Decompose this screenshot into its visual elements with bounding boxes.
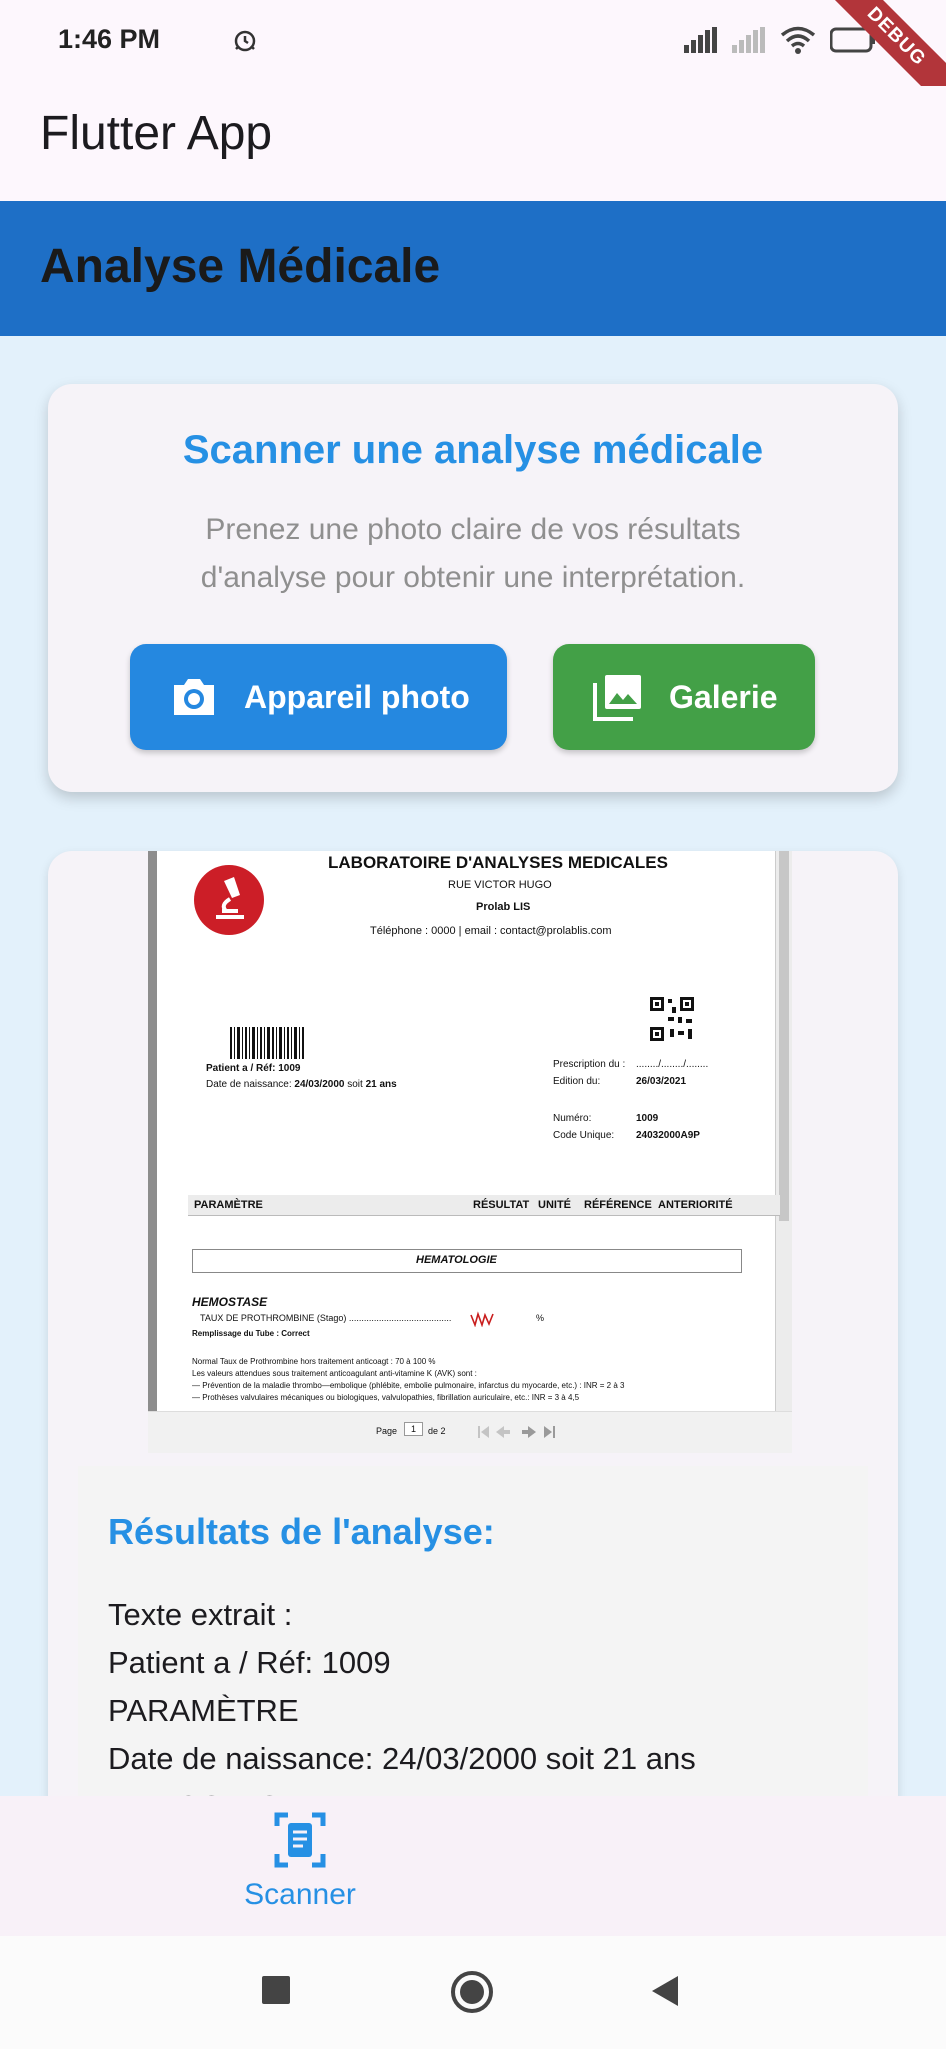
wifi-icon	[780, 26, 816, 54]
main-content[interactable]: Scanner une analyse médicale Prenez une …	[0, 336, 946, 1796]
result-line: PARAMÈTRE	[108, 1693, 299, 1728]
scanned-document-image: LABORATOIRE D'ANALYSES MEDICALES RUE VIC…	[148, 851, 792, 1453]
col-parametre: PARAMÈTRE	[194, 1199, 263, 1211]
system-navigation-bar	[0, 1936, 946, 2049]
test-line: TAUX DE PROTHROMBINE (Stago) ...........…	[200, 1313, 452, 1323]
note-line: Les valeurs attendues sous traitement an…	[192, 1369, 477, 1378]
document-edge	[148, 851, 157, 1411]
camera-button[interactable]: Appareil photo	[130, 644, 507, 750]
subtitle-line: d'analyse pour obtenir une interprétatio…	[200, 561, 746, 594]
gallery-button-label: Galerie	[669, 678, 778, 715]
code-label: Code Unique:	[553, 1130, 615, 1141]
prescription-value: ......../......../........	[636, 1059, 709, 1070]
qr-code-image	[648, 995, 696, 1043]
lab-short-name: Prolab LIS	[476, 901, 531, 913]
circle-home-icon[interactable]	[450, 1970, 494, 2014]
page-label: Page	[376, 1426, 398, 1436]
app-bar: Flutter App	[0, 86, 946, 201]
scan-card-subtitle: Prenez une photo claire de vos résultats…	[108, 506, 838, 602]
results-text: Texte extrait : Patient a / Réf: 1009 PA…	[108, 1591, 696, 1796]
page-of: de 2	[428, 1426, 446, 1436]
birth-date-value: 24/03/2000	[294, 1079, 345, 1090]
barcode-image	[230, 1027, 304, 1059]
birth-date-label: Date de naissance:	[206, 1079, 292, 1090]
edition-value: 26/03/2021	[636, 1076, 687, 1087]
result-scribble	[470, 1311, 494, 1327]
patient-ref: Patient a / Réf: 1009	[206, 1063, 301, 1074]
document-pager: Page 1 de 2	[148, 1411, 792, 1453]
page-number: 1	[404, 1422, 424, 1436]
prescription-label: Prescription du :	[553, 1059, 626, 1070]
scrollbar-thumb	[779, 851, 789, 1221]
result-card: LABORATOIRE D'ANALYSES MEDICALES RUE VIC…	[48, 851, 898, 1796]
alarm-icon	[234, 30, 256, 52]
col-resultat: RÉSULTAT	[473, 1199, 530, 1211]
result-line: Date de naissance: 24/03/2000 soit 21 an…	[108, 1741, 696, 1776]
scan-card-title: Scanner une analyse médicale	[182, 428, 764, 472]
numero-label: Numéro:	[553, 1113, 592, 1124]
camera-icon	[174, 679, 214, 715]
gallery-icon	[593, 675, 641, 721]
birth-date-suffix: soit	[347, 1079, 363, 1090]
signal-icon	[732, 27, 765, 53]
birth-date: Date de naissance: 24/03/2000 soit 21 an…	[206, 1079, 397, 1090]
triangle-back-icon[interactable]	[650, 1974, 680, 2008]
status-bar: 1:46 PM DEBUG	[0, 0, 946, 113]
scan-card: Scanner une analyse médicale Prenez une …	[48, 384, 898, 792]
code-value: 24032000A9P	[636, 1130, 700, 1141]
lab-name: LABORATOIRE D'ANALYSES MEDICALES	[328, 853, 668, 872]
square-recents-icon[interactable]	[262, 1976, 290, 2004]
numero-value: 1009	[636, 1113, 659, 1124]
nav-item-scanner[interactable]: Scanner	[200, 1812, 400, 1922]
note-line: — Prévention de la maladie thrombo—embol…	[192, 1381, 625, 1390]
camera-button-label: Appareil photo	[244, 678, 470, 715]
lab-contact: Téléphone : 0000 | email : contact@prola…	[370, 925, 612, 937]
edition-label: Edition du:	[553, 1076, 601, 1087]
tube-note: Remplissage du Tube : Correct	[192, 1329, 310, 1338]
microscope-logo	[194, 865, 264, 935]
note-line: — Prothèses valvulaires mécaniques ou bi…	[192, 1393, 580, 1402]
bottom-navigation-bar: Scanner	[0, 1796, 946, 1936]
col-unite: UNITÉ	[538, 1199, 571, 1211]
document-scanner-icon	[274, 1812, 326, 1868]
gallery-button[interactable]: Galerie	[553, 644, 815, 750]
status-time: 1:46 PM	[58, 24, 161, 54]
app-title: Flutter App	[40, 107, 273, 160]
signal-icon	[684, 27, 717, 53]
document-scrollbar	[775, 851, 792, 1411]
page-title: Analyse Médicale	[40, 240, 441, 293]
note-line: Normal Taux de Prothrombine hors traitem…	[192, 1357, 436, 1366]
result-line: Texte extrait :	[108, 1597, 293, 1632]
col-anteriorite: ANTERIORITÉ	[658, 1199, 733, 1211]
group-hemostase: HEMOSTASE	[192, 1295, 268, 1309]
results-title: Résultats de l'analyse:	[108, 1511, 495, 1552]
lab-street: RUE VICTOR HUGO	[448, 879, 552, 891]
pager-arrows-icon	[478, 1426, 555, 1438]
nav-label-scanner: Scanner	[244, 1878, 356, 1911]
unit-percent: %	[536, 1313, 545, 1323]
result-line: HEMOSTASE	[108, 1783, 696, 1796]
age-value: 21 ans	[365, 1079, 397, 1090]
subtitle-line: Prenez une photo claire de vos résultats	[205, 513, 741, 546]
col-reference: RÉFÉRENCE	[584, 1199, 652, 1211]
result-line: Patient a / Réf: 1009	[108, 1645, 391, 1680]
section-hematologie: HEMATOLOGIE	[416, 1254, 497, 1266]
page-header: Analyse Médicale	[0, 201, 946, 336]
